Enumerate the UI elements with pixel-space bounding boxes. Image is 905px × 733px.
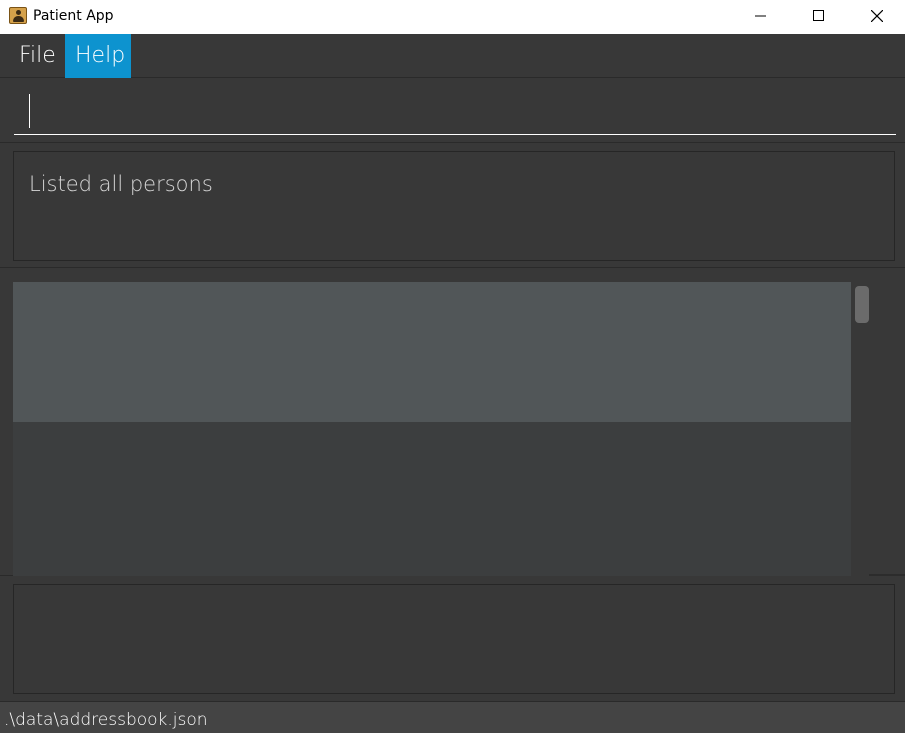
detail-panel-container (0, 577, 905, 701)
close-button[interactable] (847, 0, 905, 32)
command-box-container (0, 79, 905, 143)
list-divider (869, 574, 905, 576)
maximize-icon (813, 10, 824, 21)
maximize-button[interactable] (789, 0, 847, 32)
list-item[interactable] (13, 282, 851, 422)
person-list[interactable] (13, 282, 851, 576)
text-caret (29, 94, 30, 128)
scrollbar-thumb[interactable] (855, 286, 869, 323)
person-list-container (0, 269, 905, 576)
detail-panel (13, 584, 895, 694)
save-location-label: .\data\addressbook.json (4, 710, 208, 730)
minimize-button[interactable] (731, 0, 789, 32)
command-input[interactable] (14, 87, 896, 135)
minimize-icon (755, 15, 766, 17)
result-message: Listed all persons (29, 172, 213, 196)
menu-help[interactable]: Help (65, 34, 131, 78)
address-book-icon (9, 7, 27, 24)
status-bar: .\data\addressbook.json (0, 701, 905, 733)
menu-bar: File Help (0, 34, 905, 78)
scrollbar[interactable] (851, 282, 869, 576)
result-display: Listed all persons (13, 151, 895, 261)
window-titlebar: Patient App (0, 0, 905, 34)
result-display-container: Listed all persons (0, 144, 905, 268)
menu-file[interactable]: File (9, 34, 66, 78)
window-title: Patient App (33, 8, 114, 24)
close-icon (871, 10, 883, 22)
